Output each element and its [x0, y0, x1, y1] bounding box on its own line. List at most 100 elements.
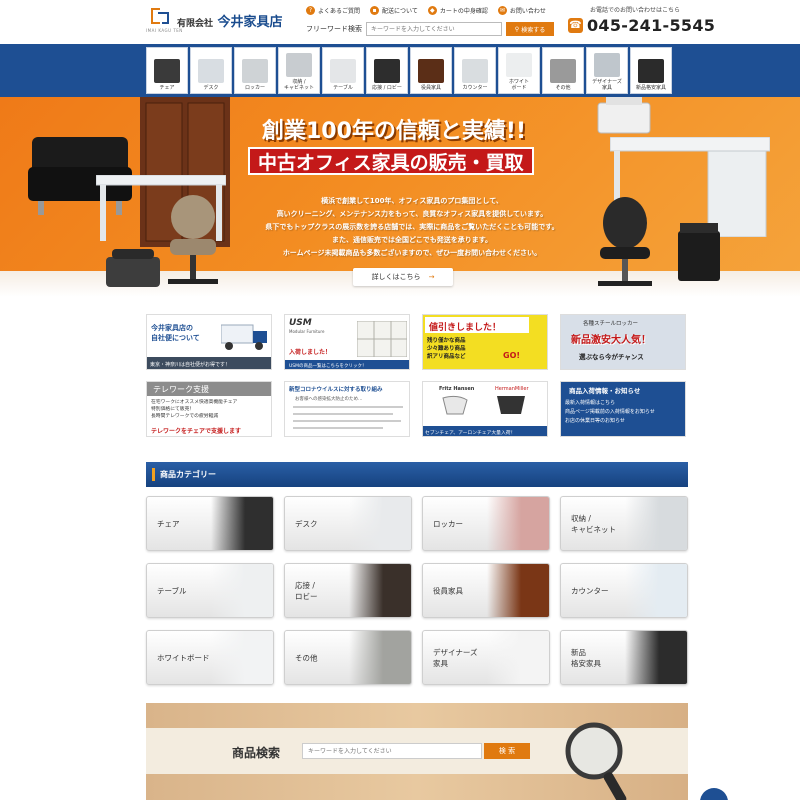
banner-covid[interactable]: 新型コロナウイルスに対する取り組み お客様への感染拡大防止のため… — [284, 381, 410, 437]
category-section-title: 商品カテゴリー — [146, 462, 688, 487]
category-tile[interactable]: 応接 / ロビー — [284, 563, 412, 618]
nav-item[interactable]: カウンター — [454, 47, 496, 94]
banner-discount[interactable]: 値引きしました！ 残り僅かな商品 少々難あり商品 訳アリ商品など GO! — [422, 314, 548, 370]
header-search-input[interactable] — [366, 22, 502, 36]
nav-item[interactable]: チェア — [146, 47, 188, 94]
mail-icon: ✉ — [497, 6, 507, 15]
category-image — [349, 631, 411, 684]
nav-item-label: デザイナーズ 家具 — [592, 79, 622, 91]
delivery-link-label: 配送について — [382, 8, 418, 15]
category-tile[interactable]: その他 — [284, 630, 412, 685]
category-tile[interactable]: ホワイトボード — [146, 630, 274, 685]
category-tile[interactable]: テーブル — [146, 563, 274, 618]
header-search-button-label: 検索する — [521, 26, 546, 34]
nav-thumbnail-image — [330, 59, 356, 83]
tel-note: お電話でのお問い合わせはこちら — [590, 7, 681, 14]
nav-thumbnail-image — [506, 53, 532, 77]
category-label: デザイナーズ 家具 — [433, 647, 478, 668]
category-tile[interactable]: ロッカー — [422, 496, 550, 551]
banner-news[interactable]: 商品入荷情報・お知らせ 最新入荷情報はこちら 商品ページ掲載前の入荷情報をお知ら… — [560, 381, 686, 437]
header-search-button[interactable]: ⚲ 検索する — [506, 22, 554, 36]
category-label: デスク — [295, 519, 318, 528]
banner-title: テレワーク支援 — [147, 382, 271, 396]
nav-item-label: ホワイト ボード — [508, 79, 529, 91]
nav-thumbnail-image — [286, 53, 312, 77]
phone-icon: ☎ — [568, 18, 583, 33]
nav-item-label: ロッカー — [244, 85, 265, 91]
hero-line: 高いクリーニング、メンテナンス力をもって、良質なオフィス家具を提供しています。 — [276, 210, 548, 218]
designer-chairs-image — [442, 395, 525, 415]
delivery-link[interactable]: ▪ 配送について — [370, 6, 418, 15]
nav-item[interactable]: 応接 / ロビー — [366, 47, 408, 94]
telephone-image — [106, 249, 160, 287]
nav-thumbnail-image — [638, 59, 664, 83]
cart-link[interactable]: ◆ カートの中身確認 — [427, 6, 488, 15]
banner-designer[interactable]: Fritz Hansen HermanMiller セブンチェア、アーロンチェア… — [422, 381, 548, 437]
hero-details-button[interactable]: 詳しくはこちら → — [353, 268, 453, 286]
faq-link[interactable]: ? よくあるご質問 — [306, 6, 360, 15]
product-search-label: 商品検索 — [232, 746, 281, 760]
hero-banner: 創業100年の信頼と実績!! 中古オフィス家具の販売・買取 横浜で創業して100… — [0, 97, 800, 297]
tel-number: 045-241-5545 — [587, 16, 716, 35]
search-icon: ⚲ — [514, 25, 520, 33]
hero-line: ホームページ未掲載商品も多数ございますので、ぜひ一度お問い合わせください。 — [282, 249, 542, 257]
category-label: テーブル — [157, 586, 187, 595]
category-tile[interactable]: 役員家具 — [422, 563, 550, 618]
faq-link-label: よくあるご質問 — [318, 8, 361, 15]
page-top-button[interactable] — [700, 788, 728, 800]
banner-grid: 今井家具店の 自社便について 東京・神奈川は自社便がお得です！ USM Modu… — [146, 314, 690, 437]
nav-item-label: カウンター — [462, 85, 488, 91]
usm-shelf-image — [357, 321, 407, 357]
nav-item-label: デスク — [203, 85, 219, 91]
banner-usm[interactable]: USM Modular Furniture 入荷しました！ USMの商品一覧はこ… — [284, 314, 410, 370]
category-tile[interactable]: カウンター — [560, 563, 688, 618]
nav-thumbnail-image — [154, 59, 180, 83]
product-search-button[interactable]: 検 索 — [484, 743, 530, 759]
banner-telework[interactable]: テレワーク支援 在宅ワークにオススメ快適高機能チェア 特別価格にて販売！ 長時間… — [146, 381, 272, 437]
header-links: ? よくあるご質問 ▪ 配送について ◆ カートの中身確認 ✉ お問い合わせ — [306, 6, 546, 15]
tel-block[interactable]: ☎ 045-241-5545 — [568, 16, 715, 35]
nav-item[interactable]: デスク — [190, 47, 232, 94]
banner-sub: HermanMiller — [495, 386, 529, 392]
nav-item[interactable]: テーブル — [322, 47, 364, 94]
question-icon: ? — [306, 6, 315, 15]
hero-line: 横浜で創業して100年、オフィス家具のプロ集団として、 — [321, 197, 503, 205]
category-tile[interactable]: 新品 格安家具 — [560, 630, 688, 685]
nav-item-label: その他 — [555, 85, 571, 91]
logo-mark-icon[interactable] — [148, 5, 172, 27]
category-tile[interactable]: チェア — [146, 496, 274, 551]
category-grid: チェア デスク ロッカー 収納 / キャビネットテーブル 応接 / ロビー 役員家具 カウン… — [146, 496, 688, 685]
site-logo[interactable]: 有限会社 今井家具店 — [177, 11, 283, 30]
nav-item[interactable]: 収納 / キャビネット — [278, 47, 320, 94]
banner-tag: GO! — [503, 351, 521, 360]
nav-item[interactable]: 役員家具 — [410, 47, 452, 94]
banner-title: 今井家具店の 自社便について — [151, 324, 200, 342]
product-search-input[interactable] — [302, 743, 482, 759]
category-label: チェア — [157, 519, 180, 528]
category-tile[interactable]: デスク — [284, 496, 412, 551]
banner-title: USM — [289, 318, 312, 328]
category-tile[interactable]: デザイナーズ 家具 — [422, 630, 550, 685]
category-tile[interactable]: 収納 / キャビネット — [560, 496, 688, 551]
nav-item[interactable]: ロッカー — [234, 47, 276, 94]
nav-item[interactable]: その他 — [542, 47, 584, 94]
nav-item[interactable]: デザイナーズ 家具 — [586, 47, 628, 94]
truck-icon: ▪ — [370, 6, 380, 15]
category-image — [211, 497, 273, 550]
nav-item[interactable]: 新品格安家具 — [630, 47, 672, 94]
banner-locker[interactable]: 各種スチールロッカー 新品激安大人気！ 選ぶなら今がチャンス — [560, 314, 686, 370]
banner-tag: テレワークをチェアで支援します — [151, 428, 242, 435]
category-image — [625, 497, 687, 550]
banner-delivery[interactable]: 今井家具店の 自社便について 東京・神奈川は自社便がお得です！ — [146, 314, 272, 370]
hero-headline: 創業100年の信頼と実績!! — [262, 119, 526, 144]
nav-item-label: 応接 / ロビー — [372, 85, 402, 91]
banner-sub: 最新入荷情報はこちら 商品ページ掲載前の入荷情報をお知らせ お店の休業日等のお知… — [565, 400, 655, 424]
banner-sub: お客様への感染拡大防止のため… — [295, 397, 363, 402]
nav-thumbnail-image — [594, 53, 620, 77]
category-image — [487, 564, 549, 617]
banner-sub: 各種スチールロッカー — [583, 321, 639, 327]
banner-sub: 残り僅かな商品 少々難あり商品 訳アリ商品など — [427, 338, 466, 360]
nav-item[interactable]: ホワイト ボード — [498, 47, 540, 94]
category-image — [487, 631, 549, 684]
contact-link[interactable]: ✉ お問い合わせ — [497, 6, 546, 15]
